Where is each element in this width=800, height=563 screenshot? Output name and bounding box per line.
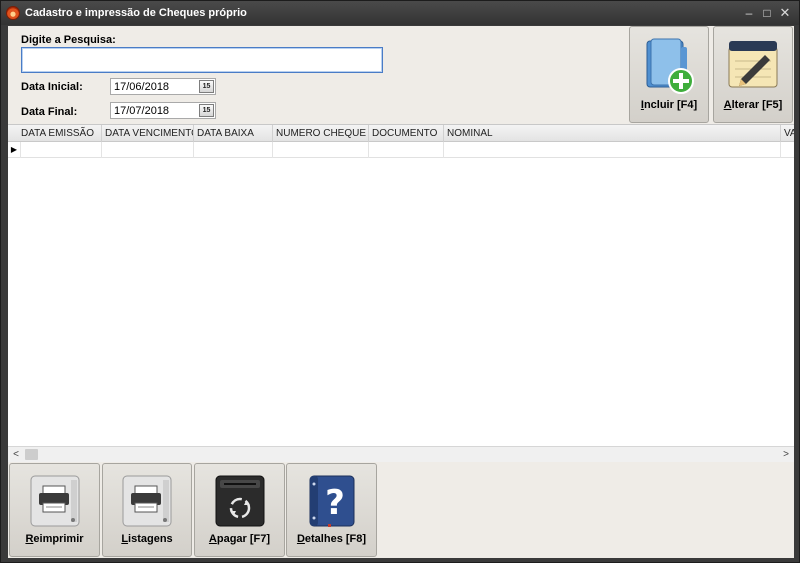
detalhes-label: Detalhes [F8] (296, 533, 367, 545)
incluir-label: Incluir [F4] (640, 99, 698, 111)
start-date-label: Data Inicial: (21, 81, 83, 93)
table-row[interactable]: ▶ (8, 142, 794, 158)
grid-cell[interactable] (21, 142, 102, 158)
help-book-icon: ? (309, 475, 354, 527)
notepad-pencil-icon (728, 41, 778, 88)
search-panel: Digite a Pesquisa: Data Inicial: 17/06/2… (8, 26, 628, 124)
close-button[interactable]: ✕ (777, 5, 793, 21)
recycle-bin-icon (215, 475, 264, 527)
scroll-thumb[interactable] (25, 449, 38, 460)
detalhes-button[interactable]: ? Detalhes [F8] (286, 463, 377, 557)
bottom-action-bar: Reimprimir Listagens Apagar [F7] ? Detal… (8, 462, 794, 558)
listagens-label: Listagens (121, 533, 173, 545)
column-data-vencimento[interactable]: DATA VENCIMENTO (102, 125, 194, 142)
svg-text:?: ? (325, 483, 345, 523)
flame-app-icon (6, 6, 20, 20)
title-bar[interactable]: Cadastro e impressão de Cheques próprio … (1, 1, 799, 25)
reimprimir-label: Reimprimir (25, 533, 84, 545)
grid-cell[interactable] (369, 142, 444, 158)
scroll-left-icon[interactable]: < (8, 447, 24, 462)
column-valor[interactable]: VA (781, 125, 794, 142)
start-date-value: 17/06/2018 (114, 80, 170, 93)
grid-header: DATA EMISSÃO DATA VENCIMENTO DATA BAIXA … (8, 125, 794, 142)
column-nominal[interactable]: NOMINAL (444, 125, 781, 142)
start-date-field[interactable]: 17/06/2018 15 (110, 78, 216, 95)
main-window: Cadastro e impressão de Cheques próprio … (0, 0, 800, 563)
calendar-icon[interactable]: 15 (199, 104, 214, 117)
column-data-baixa[interactable]: DATA BAIXA (194, 125, 273, 142)
folder-add-icon (646, 38, 694, 94)
grid-cell[interactable] (194, 142, 273, 158)
maximize-button[interactable]: □ (759, 5, 775, 21)
apagar-label: Apagar [F7] (208, 533, 271, 545)
row-indicator-icon: ▶ (8, 142, 21, 158)
column-numero-cheque[interactable]: NUMERO CHEQUE (273, 125, 369, 142)
horizontal-scrollbar[interactable]: < > (8, 446, 794, 462)
alterar-button[interactable]: Alterar [F5] (713, 26, 793, 123)
minimize-button[interactable]: – (741, 5, 757, 21)
scroll-right-icon[interactable]: > (778, 447, 794, 462)
listagens-button[interactable]: Listagens (102, 463, 192, 557)
apagar-button[interactable]: Apagar [F7] (194, 463, 285, 557)
search-input[interactable] (21, 47, 383, 73)
end-date-field[interactable]: 17/07/2018 15 (110, 102, 216, 119)
printer-icon (30, 475, 79, 527)
calendar-icon[interactable]: 15 (199, 80, 214, 93)
grid-cell[interactable] (444, 142, 781, 158)
printer-icon (122, 475, 172, 527)
end-date-label: Data Final: (21, 106, 78, 118)
reimprimir-button[interactable]: Reimprimir (9, 463, 100, 557)
cheques-grid[interactable]: DATA EMISSÃO DATA VENCIMENTO DATA BAIXA … (8, 124, 794, 461)
end-date-value: 17/07/2018 (114, 104, 170, 117)
grid-cell[interactable] (781, 142, 794, 158)
client-area: Digite a Pesquisa: Data Inicial: 17/06/2… (8, 26, 794, 558)
column-documento[interactable]: DOCUMENTO (369, 125, 444, 142)
alterar-label: Alterar [F5] (723, 99, 783, 111)
search-label: Digite a Pesquisa: (21, 34, 116, 46)
incluir-button[interactable]: Incluir [F4] (629, 26, 709, 123)
window-title: Cadastro e impressão de Cheques próprio (25, 7, 247, 19)
column-data-emissao[interactable]: DATA EMISSÃO (8, 125, 102, 142)
grid-cell[interactable] (102, 142, 194, 158)
grid-cell[interactable] (273, 142, 369, 158)
